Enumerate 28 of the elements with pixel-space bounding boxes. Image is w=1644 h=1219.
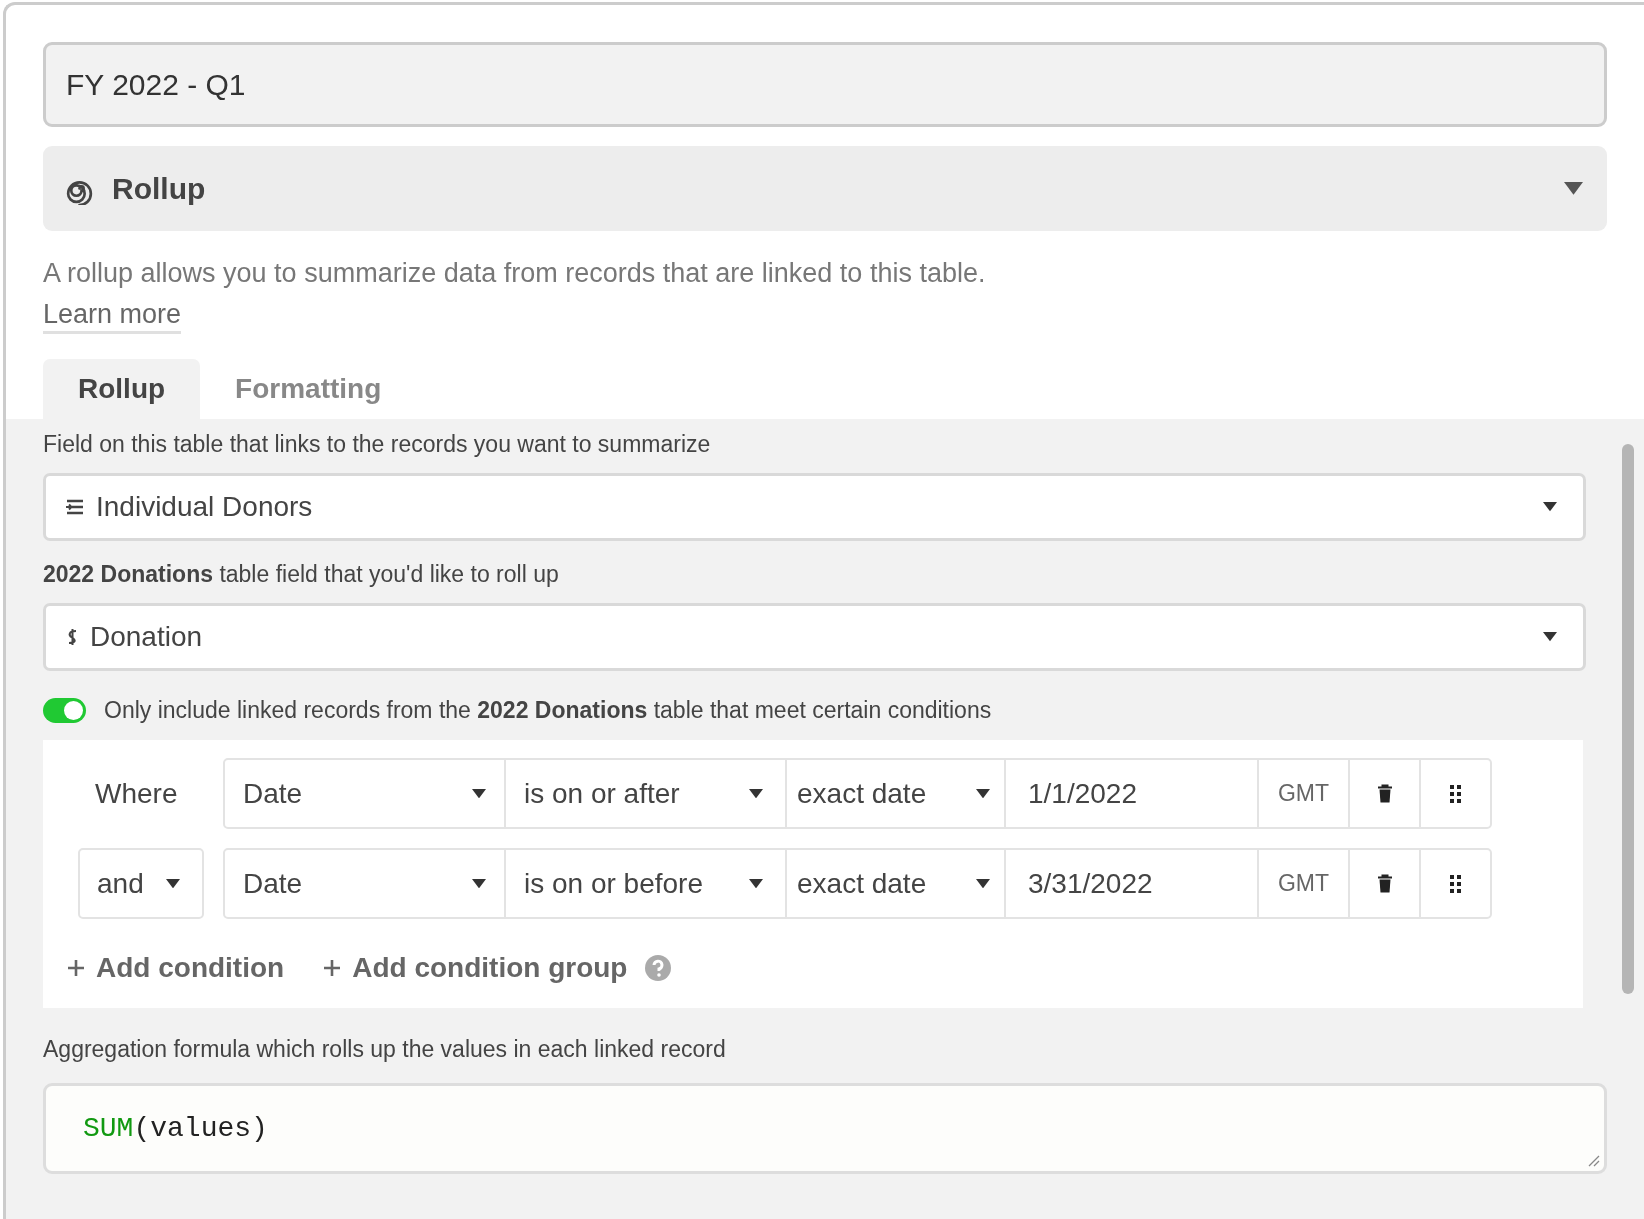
field-label: 2022 Donations table field that you'd like to roll up <box>43 561 560 588</box>
field-label: Field on this table that links to the records you want to summarize <box>43 431 712 458</box>
link-list-icon <box>64 497 86 517</box>
linked-field-dropdown[interactable]: Individual Donors <box>43 473 1586 541</box>
toggle-label: Only include linked records from the 2022 Donations table that meet certain conditions <box>104 697 992 724</box>
formula-editor[interactable]: SUM(values) <box>43 1083 1607 1174</box>
description-text: A rollup allows you to summarize data from records that are linked to this table. Learn more <box>43 253 1043 335</box>
caret-icon <box>1543 632 1557 642</box>
learn-more-link[interactable]: Learn more <box>43 299 182 334</box>
add-button[interactable]: Add condition <box>68 952 285 984</box>
add-button[interactable]: Add condition group <box>324 952 628 984</box>
rollup-field-dropdown[interactable]: Donation <box>43 603 1586 671</box>
plus-icon <box>324 960 341 976</box>
scrollbar-thumb[interactable] <box>1622 444 1634 994</box>
field-type-dropdown[interactable]: Rollup <box>43 146 1607 231</box>
plus-icon <box>68 960 84 976</box>
caret-icon <box>1564 182 1583 195</box>
tab[interactable]: Rollup <box>43 359 201 419</box>
caret-icon <box>1543 502 1557 512</box>
toggle-switch[interactable] <box>43 698 86 723</box>
formula-label: Aggregation formula which rolls up the values in each linked record <box>43 1036 727 1063</box>
resize-handle-icon <box>1588 1155 1600 1167</box>
tab[interactable]: Formatting <box>200 359 417 419</box>
name-input-field[interactable]: FY 2022 - Q1 <box>43 42 1607 127</box>
caret-icon <box>166 878 180 889</box>
where-label: Where <box>94 776 179 811</box>
help-icon <box>645 955 672 981</box>
conjunction-dropdown[interactable]: and <box>78 848 204 919</box>
